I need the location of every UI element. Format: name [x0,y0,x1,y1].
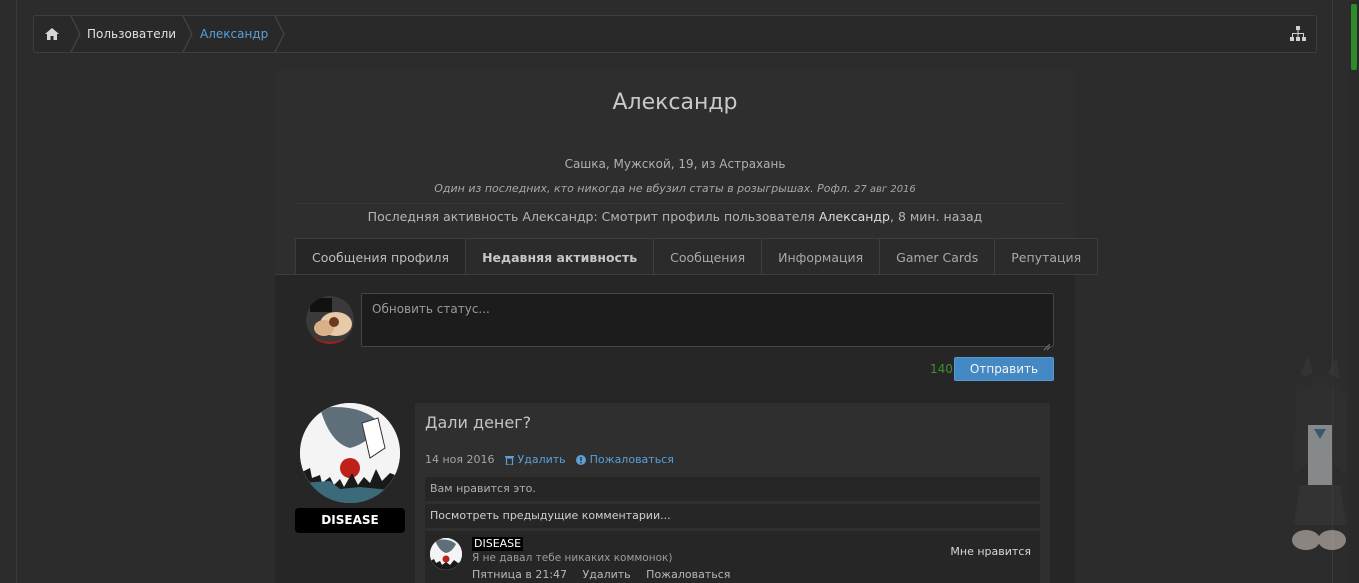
report-label: Пожаловаться [589,453,674,466]
divider [295,203,1065,204]
comment-report-link[interactable]: Пожаловаться [646,568,730,581]
breadcrumb-users[interactable]: Пользователи [87,16,176,52]
tab-information[interactable]: Информация [762,238,881,275]
message-author-name[interactable]: DISEASE [295,508,405,533]
profile-username: Александр [612,90,738,115]
profile-custom-title: Один из последних, кто никогда не вбузил… [275,182,1075,195]
char-counter: 140 [930,362,953,376]
breadcrumb-home[interactable] [34,16,70,52]
tab-recent-activity[interactable]: Недавняя активность [466,238,655,275]
avatar[interactable] [306,296,354,344]
breadcrumb-separator [70,16,82,52]
activity-text: Смотрит профиль пользователя [601,209,815,224]
resize-grip-icon[interactable] [1043,336,1051,351]
comment-author-avatar[interactable] [430,538,462,570]
custom-title-date: 27 авг 2016 [853,184,916,195]
activity-prefix: Последняя активность Александр: [367,209,598,224]
background-character-image [1270,355,1349,555]
activity-time: , 8 мин. назад [890,209,983,224]
scrollbar-thumb[interactable] [1351,4,1357,70]
likes-summary: Вам нравится это. [425,477,1040,501]
report-link[interactable]: Пожаловаться [575,453,674,466]
tabs-underline [275,274,1075,275]
post-date: 14 ноя 2016 [425,453,495,466]
profile-tabs: Сообщения профиля Недавняя активность Со… [295,238,1099,275]
warning-icon [575,454,586,465]
comment-like-button[interactable]: Мне нравится [950,545,1031,558]
tab-gamer-cards[interactable]: Gamer Cards [880,238,996,275]
breadcrumb-current[interactable]: Александр [200,16,268,52]
comment-meta: Пятница в 21:47 Удалить Пожаловаться [472,568,742,581]
page-scrollbar[interactable] [1349,0,1359,583]
profile-post: Дали денег? 14 ноя 2016 Удалить Пожалова… [415,403,1050,583]
activity-user-link[interactable]: Александр [819,209,890,224]
post-meta: 14 ноя 2016 Удалить Пожаловаться [425,453,674,466]
profile-info: Сашка, Мужской, 19, из Астрахань [564,157,786,171]
last-activity: Последняя активность Александр: Смотрит … [275,209,1075,224]
sitemap-icon[interactable] [1290,26,1306,42]
status-input[interactable] [361,293,1054,347]
custom-title-text: Один из последних, кто никогда не вбузил… [434,182,851,195]
profile-panel: Александр Сашка, Мужской, 19, из Астраха… [275,70,1099,583]
comment-delete-link[interactable]: Удалить [583,568,631,581]
submit-status-button[interactable]: Отправить [954,357,1054,381]
page-frame-left [16,0,17,583]
tab-profile-posts[interactable]: Сообщения профиля [295,238,467,275]
breadcrumb-separator [182,16,194,52]
message-author-avatar[interactable] [300,403,400,503]
comment-time: Пятница в 21:47 [472,568,568,581]
comment-author-name[interactable]: DISEASE [472,537,524,551]
view-previous-comments-link[interactable]: Посмотреть предыдущие комментарии... [425,504,1040,528]
comment: DISEASE Я не давал тебе никаких коммонок… [425,531,1040,583]
post-text: Дали денег? [425,413,532,432]
comment-text: Я не давал тебе никаких коммонок) [472,552,673,564]
profile-header: Александр Сашка, Мужской, 19, из Астраха… [275,70,1099,275]
breadcrumb: Пользователи Александр [33,15,1317,53]
delete-link[interactable]: Удалить [504,453,566,466]
trash-icon [504,455,514,465]
tab-reputation[interactable]: Репутация [995,238,1099,275]
delete-label: Удалить [517,453,566,466]
home-icon [45,28,59,40]
breadcrumb-separator [274,16,286,52]
tab-messages[interactable]: Сообщения [654,238,763,275]
